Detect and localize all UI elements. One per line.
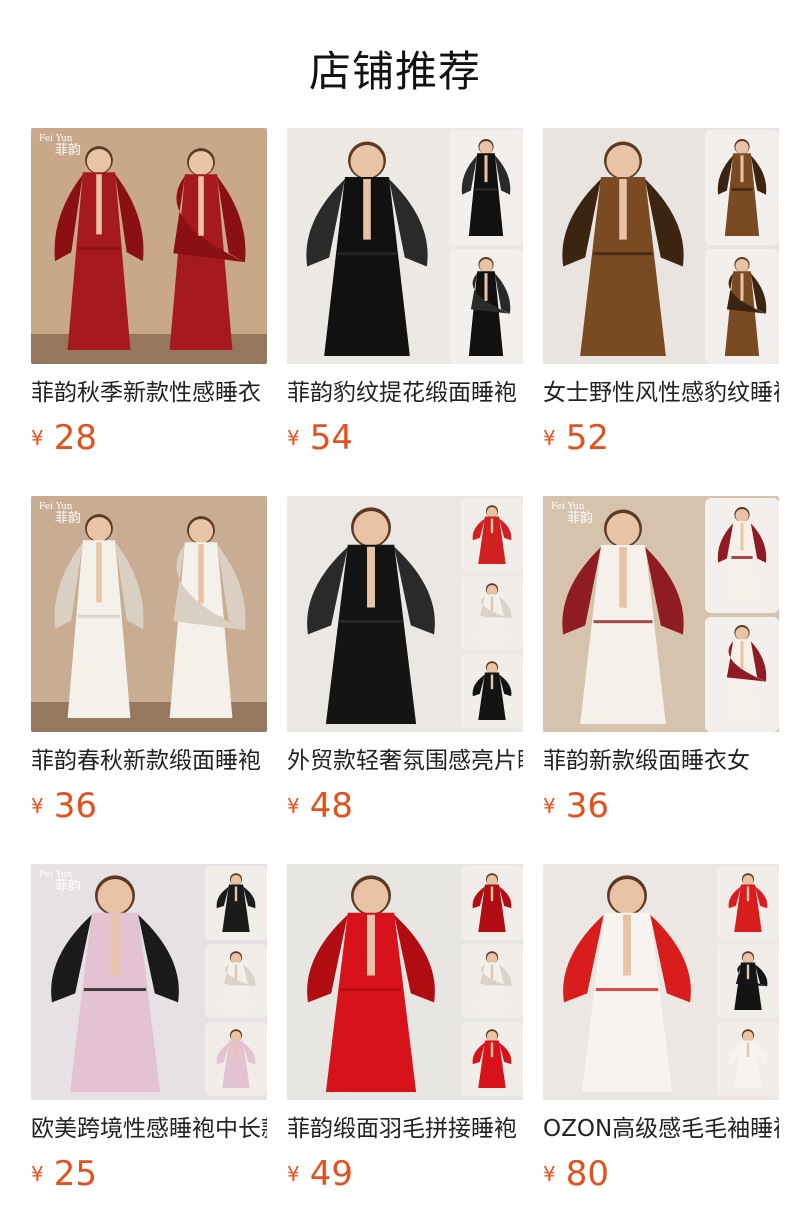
product-price: ¥54 (287, 416, 353, 460)
currency-symbol: ¥ (31, 794, 44, 818)
product-price: ¥49 (287, 1152, 353, 1196)
currency-symbol: ¥ (287, 794, 300, 818)
price-value: 36 (53, 786, 97, 826)
price-value: 49 (309, 1154, 353, 1194)
price-value: 28 (53, 418, 97, 458)
product-card[interactable]: Fei Yun 菲韵菲韵新款缎面睡衣女 ¥36 (543, 496, 779, 826)
product-price: ¥48 (287, 784, 353, 828)
product-price: ¥25 (31, 1152, 97, 1196)
product-card[interactable]: 菲韵缎面羽毛拼接睡袍 ¥49 (287, 864, 523, 1194)
product-price: ¥52 (543, 416, 609, 460)
page-title: 店铺推荐 (308, 47, 481, 96)
product-card[interactable]: 菲韵豹纹提花缎面睡袍 ¥54 (287, 128, 523, 458)
product-price: ¥36 (543, 784, 609, 828)
product-name[interactable]: 欧美跨境性感睡袍中长款 (31, 1112, 267, 1146)
watermark-chinese: 菲韵 (55, 143, 82, 158)
price-value: 25 (53, 1154, 97, 1194)
product-image[interactable] (287, 128, 523, 364)
brand-watermark: Fei Yun 菲韵 (39, 134, 82, 158)
currency-symbol: ¥ (31, 1162, 44, 1186)
product-image[interactable]: Fei Yun 菲韵 (543, 496, 779, 732)
watermark-chinese: 菲韵 (55, 879, 82, 894)
product-name[interactable]: 女士野性风性感豹纹睡袍 (543, 376, 779, 410)
product-image[interactable] (287, 496, 523, 732)
price-value: 48 (309, 786, 353, 826)
product-image[interactable]: Fei Yun 菲韵 (31, 128, 267, 364)
product-card[interactable]: Fei Yun 菲韵菲韵春秋新款缎面睡袍 ¥36 (31, 496, 267, 826)
product-card[interactable]: 女士野性风性感豹纹睡袍 ¥52 (543, 128, 779, 458)
price-value: 52 (565, 418, 609, 458)
currency-symbol: ¥ (543, 794, 556, 818)
product-card[interactable]: Fei Yun 菲韵欧美跨境性感睡袍中长款 ¥25 (31, 864, 267, 1194)
currency-symbol: ¥ (287, 1162, 300, 1186)
product-card[interactable]: Fei Yun 菲韵菲韵秋季新款性感睡衣 ¥28 (31, 128, 267, 458)
product-name[interactable]: 菲韵秋季新款性感睡衣 (31, 376, 267, 410)
currency-symbol: ¥ (287, 426, 300, 450)
price-value: 80 (565, 1154, 609, 1194)
product-image[interactable] (543, 864, 779, 1100)
product-name[interactable]: 外贸款轻奢氛围感亮片睡袍 (287, 744, 523, 778)
product-price: ¥80 (543, 1152, 609, 1196)
product-price: ¥36 (31, 784, 97, 828)
product-name[interactable]: 菲韵春秋新款缎面睡袍 (31, 744, 267, 778)
price-value: 36 (565, 786, 609, 826)
product-image[interactable]: Fei Yun 菲韵 (31, 496, 267, 732)
brand-watermark: Fei Yun 菲韵 (39, 870, 82, 894)
product-price: ¥28 (31, 416, 97, 460)
product-name[interactable]: 菲韵新款缎面睡衣女 (543, 744, 779, 778)
product-image[interactable] (543, 128, 779, 364)
product-image[interactable]: Fei Yun 菲韵 (31, 864, 267, 1100)
currency-symbol: ¥ (543, 1162, 556, 1186)
product-image[interactable] (287, 864, 523, 1100)
product-name[interactable]: 菲韵缎面羽毛拼接睡袍 (287, 1112, 523, 1146)
watermark-chinese: 菲韵 (55, 511, 82, 526)
currency-symbol: ¥ (31, 426, 44, 450)
brand-watermark: Fei Yun 菲韵 (551, 502, 594, 526)
product-card[interactable]: 外贸款轻奢氛围感亮片睡袍 ¥48 (287, 496, 523, 826)
product-name[interactable]: OZON高级感毛毛袖睡袍 (543, 1112, 779, 1146)
brand-watermark: Fei Yun 菲韵 (39, 502, 82, 526)
product-name[interactable]: 菲韵豹纹提花缎面睡袍 (287, 376, 523, 410)
watermark-chinese: 菲韵 (567, 511, 594, 526)
currency-symbol: ¥ (543, 426, 556, 450)
product-card[interactable]: OZON高级感毛毛袖睡袍 ¥80 (543, 864, 779, 1194)
price-value: 54 (309, 418, 353, 458)
